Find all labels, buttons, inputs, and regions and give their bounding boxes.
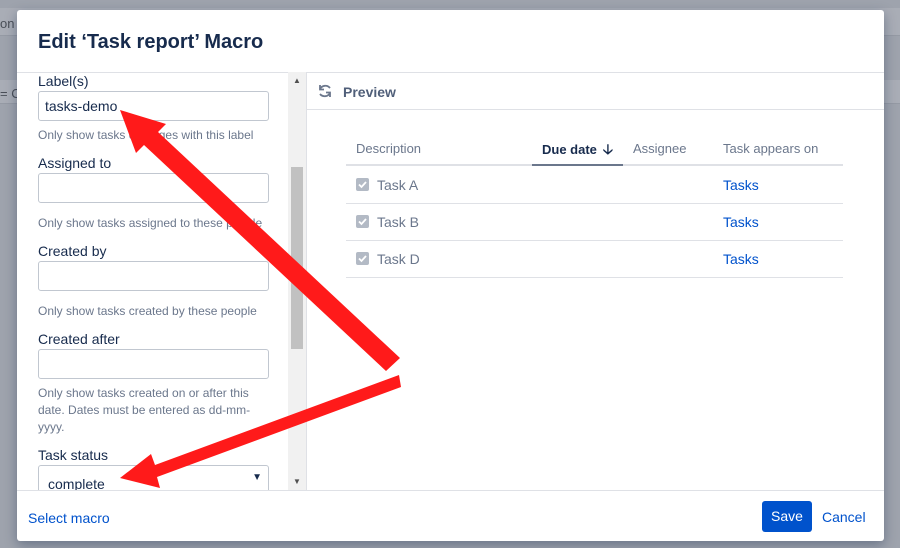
- arrow-down-icon: 🡣: [602, 141, 613, 157]
- preview-header: Preview: [307, 73, 884, 110]
- task-description: Task D: [377, 251, 420, 267]
- labels-help: Only show tasks on pages with this label: [38, 128, 254, 142]
- column-description[interactable]: Description: [356, 136, 421, 166]
- table-row: Task A Tasks: [346, 167, 843, 204]
- assigned-to-input[interactable]: [38, 173, 269, 203]
- task-page-link[interactable]: Tasks: [723, 214, 759, 230]
- checkbox-checked-icon[interactable]: [356, 215, 369, 228]
- parameters-scrollbar[interactable]: ▲ ▼: [288, 72, 306, 490]
- preview-label: Preview: [343, 84, 396, 100]
- task-status-value: complete: [48, 476, 105, 490]
- macro-dialog: Edit ‘Task report’ Macro Label(s) tasks-…: [17, 10, 884, 541]
- table-row: Task B Tasks: [346, 204, 843, 241]
- column-due-date-label: Due date: [542, 142, 597, 157]
- labels-label: Label(s): [38, 73, 89, 89]
- checkbox-checked-icon[interactable]: [356, 252, 369, 265]
- chevron-down-icon: ▼: [252, 472, 262, 483]
- task-status-label: Task status: [38, 447, 109, 463]
- task-status-select[interactable]: complete ▼: [38, 465, 269, 490]
- cancel-button[interactable]: Cancel: [822, 509, 866, 525]
- preview-panel: Preview Description Due date 🡣 Assignee T…: [307, 72, 884, 490]
- scroll-up-icon[interactable]: ▲: [293, 76, 301, 85]
- dialog-footer: Select macro Save Cancel: [17, 490, 884, 541]
- save-button[interactable]: Save: [762, 501, 812, 532]
- assigned-to-help: Only show tasks assigned to these people: [38, 216, 263, 230]
- task-description: Task A: [377, 177, 419, 193]
- labels-input[interactable]: tasks-demo: [38, 91, 269, 121]
- created-after-input[interactable]: [38, 349, 269, 379]
- dialog-title: Edit ‘Task report’ Macro: [38, 31, 264, 53]
- scroll-down-icon[interactable]: ▼: [293, 477, 301, 486]
- scroll-thumb[interactable]: [291, 167, 303, 349]
- task-description: Task B: [377, 214, 420, 230]
- created-by-label: Created by: [38, 243, 107, 259]
- dialog-header: Edit ‘Task report’ Macro: [17, 10, 884, 72]
- created-after-help: Only show tasks created on or after this…: [38, 386, 251, 434]
- background-text: on: [0, 16, 15, 31]
- assigned-to-label: Assigned to: [38, 155, 112, 171]
- parameters-panel: Label(s) tasks-demo Only show tasks on p…: [17, 72, 306, 490]
- created-by-input[interactable]: [38, 261, 269, 291]
- column-assignee[interactable]: Assignee: [633, 136, 686, 166]
- task-page-link[interactable]: Tasks: [723, 251, 759, 267]
- created-after-label: Created after: [38, 331, 120, 347]
- select-macro-link[interactable]: Select macro: [28, 510, 110, 526]
- created-by-help: Only show tasks created by these people: [38, 304, 257, 318]
- column-due-date[interactable]: Due date 🡣: [532, 136, 623, 166]
- task-page-link[interactable]: Tasks: [723, 177, 759, 193]
- refresh-icon[interactable]: [317, 83, 333, 99]
- table-row: Task D Tasks: [346, 241, 843, 278]
- checkbox-checked-icon[interactable]: [356, 178, 369, 191]
- column-appears-on[interactable]: Task appears on: [723, 136, 818, 166]
